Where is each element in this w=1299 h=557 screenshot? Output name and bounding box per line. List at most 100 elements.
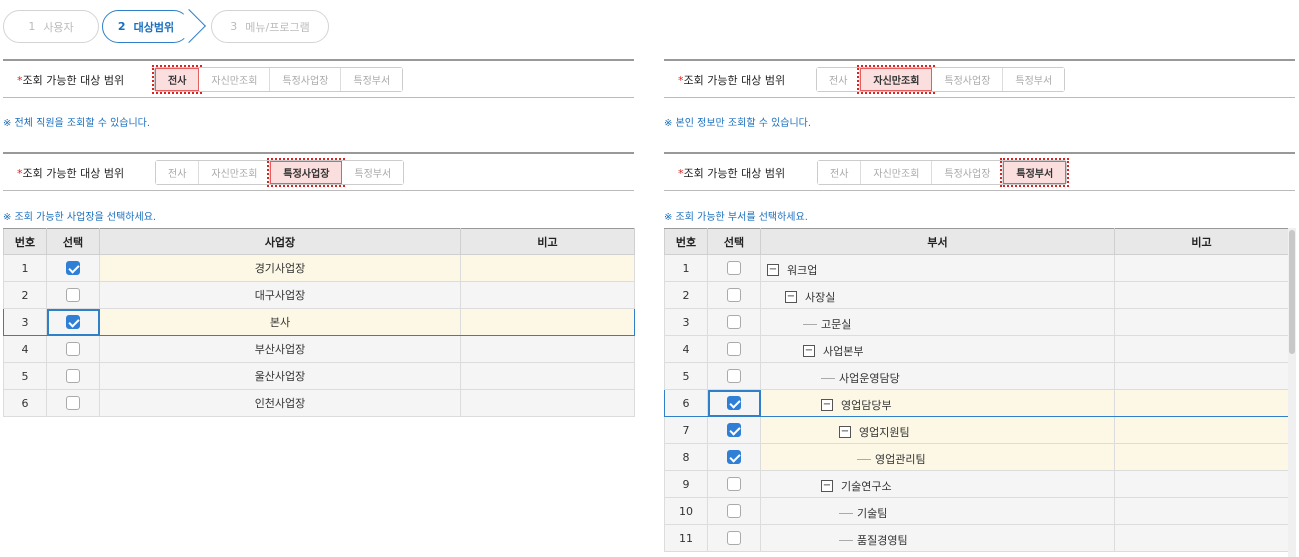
row-checkbox[interactable]	[727, 531, 741, 545]
row-checkbox[interactable]	[66, 261, 80, 275]
row-select-cell	[46, 254, 100, 282]
row-select-cell	[707, 524, 761, 552]
segment-specific-site[interactable]: 특정사업장	[932, 161, 1004, 184]
column-header-no[interactable]: 번호	[664, 228, 708, 255]
table-row[interactable]: 3 본사	[3, 308, 635, 336]
scope-section: *조회 가능한 대상 범위 전사 자신만조회 특정사업장 특정부서	[664, 152, 1295, 191]
remark-cell[interactable]	[1114, 308, 1289, 336]
remark-cell[interactable]	[1114, 281, 1289, 309]
scope-segment: 전사 자신만조회 특정사업장 특정부서	[817, 158, 1070, 187]
remark-cell[interactable]	[1114, 335, 1289, 363]
collapse-icon[interactable]: −	[767, 264, 779, 276]
row-number: 2	[3, 281, 47, 309]
segment-specific-site[interactable]: 특정사업장	[270, 68, 342, 91]
collapse-icon[interactable]: −	[785, 291, 797, 303]
vertical-scrollbar[interactable]	[1288, 228, 1296, 557]
remark-cell[interactable]	[1114, 443, 1289, 471]
column-header-select[interactable]: 선택	[707, 228, 761, 255]
column-header-dept[interactable]: 부서	[760, 228, 1115, 255]
table-row[interactable]: 11 품질경영팀	[664, 524, 1289, 552]
table-row[interactable]: 1 경기사업장	[3, 254, 635, 282]
table-row[interactable]: 5 사업운영담당	[664, 362, 1289, 390]
table-row[interactable]: 10 기술팀	[664, 497, 1289, 525]
column-header-remark[interactable]: 비고	[1114, 228, 1289, 255]
remark-cell[interactable]	[460, 281, 635, 309]
row-checkbox[interactable]	[66, 288, 80, 302]
table-row[interactable]: 3 고문실	[664, 308, 1289, 336]
step-user[interactable]: 1 사용자	[3, 10, 99, 43]
row-checkbox[interactable]	[727, 342, 741, 356]
remark-cell[interactable]	[1114, 524, 1289, 552]
table-row[interactable]: 6 인천사업장	[3, 389, 635, 417]
segment-specific-dept[interactable]: 특정부서	[1003, 68, 1065, 91]
row-select-cell	[707, 497, 761, 525]
row-checkbox[interactable]	[66, 369, 80, 383]
segment-specific-dept[interactable]: 특정부서	[341, 68, 403, 91]
row-checkbox[interactable]	[66, 396, 80, 410]
remark-cell[interactable]	[460, 254, 635, 282]
column-header-select[interactable]: 선택	[46, 228, 100, 255]
scrollbar-thumb[interactable]	[1289, 230, 1295, 354]
remark-cell[interactable]	[1114, 470, 1289, 498]
step-menu-program[interactable]: 3 메뉴/프로그램	[211, 10, 329, 43]
table-row[interactable]: 2 대구사업장	[3, 281, 635, 309]
remark-cell[interactable]	[1114, 362, 1289, 390]
row-checkbox[interactable]	[727, 450, 741, 464]
segment-specific-site[interactable]: 특정사업장	[267, 158, 346, 187]
column-header-no[interactable]: 번호	[3, 228, 47, 255]
table-row[interactable]: 9 − 기술연구소	[664, 470, 1289, 498]
row-checkbox[interactable]	[727, 504, 741, 518]
table-row[interactable]: 7 − 영업지원팀	[664, 416, 1289, 444]
remark-cell[interactable]	[1114, 254, 1289, 282]
row-checkbox[interactable]	[727, 261, 741, 275]
column-header-site[interactable]: 사업장	[99, 228, 461, 255]
table-row[interactable]: 2 − 사장실	[664, 281, 1289, 309]
collapse-icon[interactable]: −	[821, 480, 833, 492]
row-checkbox[interactable]	[727, 369, 741, 383]
table-row[interactable]: 8 영업관리팀	[664, 443, 1289, 471]
table-row[interactable]: 4 − 사업본부	[664, 335, 1289, 363]
row-select-cell	[707, 470, 761, 498]
dept-name: 품질경영팀	[857, 534, 908, 547]
segment-specific-site[interactable]: 특정사업장	[932, 68, 1004, 91]
dept-tree-cell: 영업관리팀	[760, 443, 1115, 471]
remark-cell[interactable]	[1114, 416, 1289, 444]
segment-all[interactable]: 전사	[151, 65, 203, 94]
row-checkbox[interactable]	[727, 315, 741, 329]
remark-cell[interactable]	[1114, 389, 1289, 417]
dept-name: 사업본부	[823, 345, 864, 358]
row-select-cell	[707, 254, 761, 282]
row-checkbox[interactable]	[727, 477, 741, 491]
segment-all[interactable]: 전사	[818, 161, 862, 184]
collapse-icon[interactable]: −	[839, 426, 851, 438]
segment-self-only[interactable]: 자신만조회	[861, 161, 933, 184]
table-row[interactable]: 6 − 영업담당부	[664, 389, 1289, 417]
row-checkbox[interactable]	[727, 396, 741, 410]
row-number: 1	[3, 254, 47, 282]
segment-self-only[interactable]: 자신만조회	[857, 65, 936, 94]
segment-all[interactable]: 전사	[156, 161, 200, 184]
remark-cell[interactable]	[460, 335, 635, 363]
table-row[interactable]: 1 − 워크업	[664, 254, 1289, 282]
dept-tree-cell: 사업운영담당	[760, 362, 1115, 390]
remark-cell[interactable]	[460, 389, 635, 417]
segment-all[interactable]: 전사	[817, 68, 861, 91]
segment-specific-dept[interactable]: 특정부서	[1000, 158, 1070, 187]
row-checkbox[interactable]	[727, 423, 741, 437]
table-row[interactable]: 4 부산사업장	[3, 335, 635, 363]
remark-cell[interactable]	[460, 308, 635, 336]
segment-self-only[interactable]: 자신만조회	[199, 161, 271, 184]
row-checkbox[interactable]	[66, 342, 80, 356]
segment-specific-dept[interactable]: 특정부서	[342, 161, 404, 184]
step-number: 1	[28, 20, 36, 33]
collapse-icon[interactable]: −	[803, 345, 815, 357]
collapse-icon[interactable]: −	[821, 399, 833, 411]
column-header-remark[interactable]: 비고	[460, 228, 635, 255]
row-checkbox[interactable]	[66, 315, 80, 329]
segment-self-only[interactable]: 자신만조회	[199, 68, 271, 91]
table-row[interactable]: 5 울산사업장	[3, 362, 635, 390]
remark-cell[interactable]	[460, 362, 635, 390]
remark-cell[interactable]	[1114, 497, 1289, 525]
row-checkbox[interactable]	[727, 288, 741, 302]
row-number: 5	[3, 362, 47, 390]
